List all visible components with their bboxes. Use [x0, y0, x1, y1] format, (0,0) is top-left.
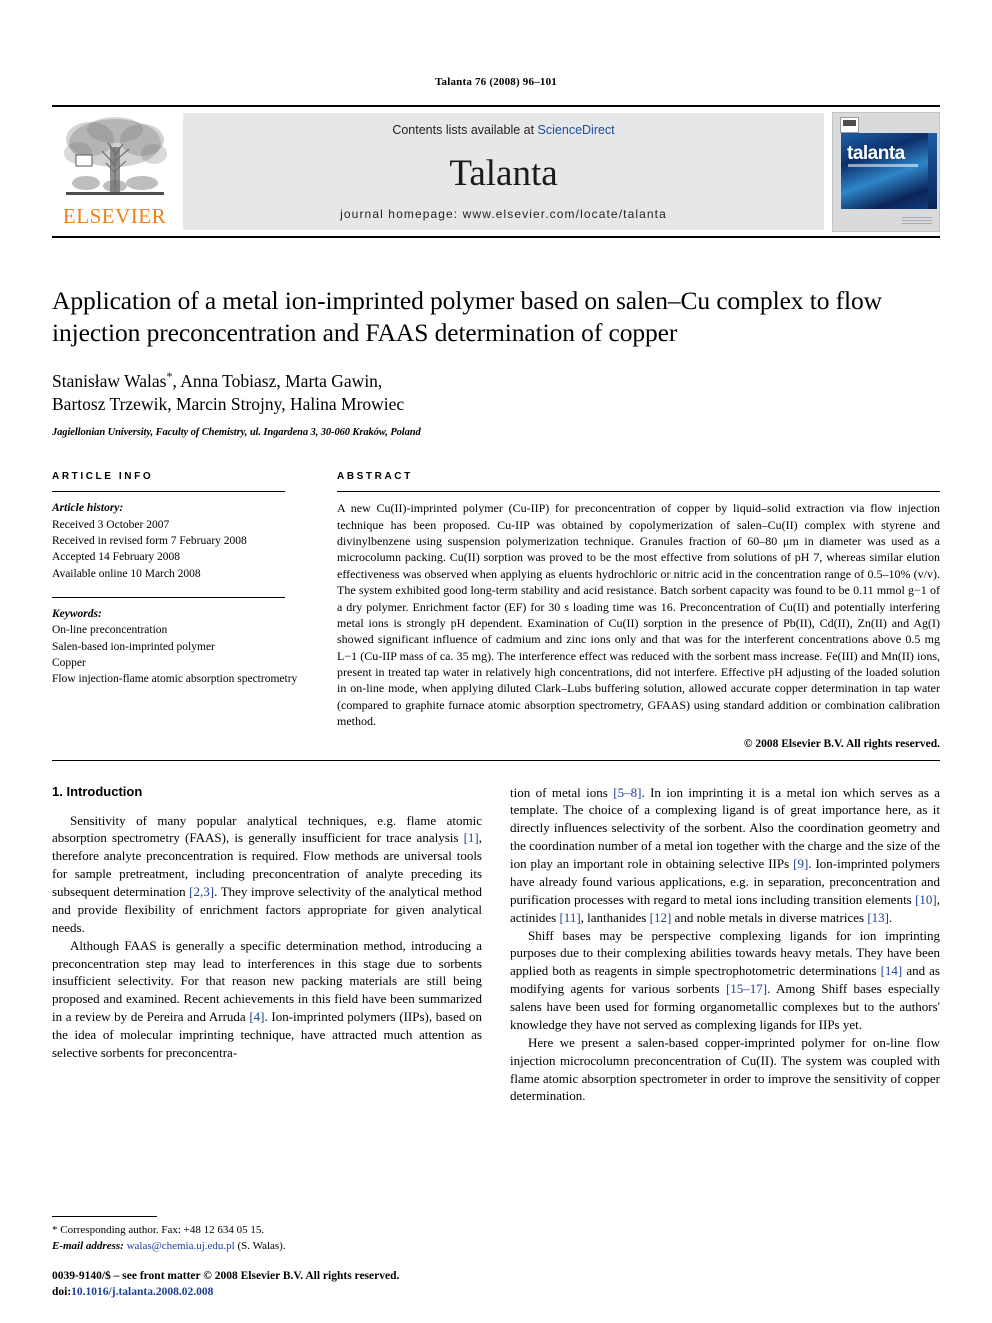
page-title: Application of a metal ion-imprinted pol… — [52, 286, 882, 348]
body-columns: 1. Introduction Sensitivity of many popu… — [52, 784, 940, 1106]
keyword-item: Copper — [52, 656, 86, 669]
corresponding-author-note: * Corresponding author. Fax: +48 12 634 … — [52, 1224, 265, 1237]
doi-link[interactable]: 10.1016/j.talanta.2008.02.008 — [71, 1286, 213, 1298]
keyword-item: Flow injection-flame atomic absorption s… — [52, 673, 298, 686]
abstract-divider — [337, 491, 940, 493]
section-heading-introduction: 1. Introduction — [52, 783, 143, 799]
keyword-item: Salen-based ion-imprinted polymer — [52, 640, 215, 653]
elsevier-tree-icon — [61, 113, 168, 205]
footnotes: * Corresponding author. Fax: +48 12 634 … — [52, 1216, 464, 1255]
info-abstract-block: ARTICLE INFO Article history: Received 3… — [52, 471, 940, 761]
paragraph: tion of metal ions [5–8]. In ion imprint… — [510, 784, 940, 925]
citation-reference[interactable]: [2,3] — [189, 884, 214, 899]
email-link[interactable]: walas@chemia.uj.edu.pl — [127, 1240, 235, 1252]
history-item: Accepted 14 February 2008 — [52, 551, 181, 564]
journal-homepage[interactable]: journal homepage: www.elsevier.com/locat… — [340, 207, 667, 221]
affiliation: Jagiellonian University, Faculty of Chem… — [52, 427, 421, 439]
paragraph: Sensitivity of many popular analytical t… — [52, 812, 482, 935]
doi-line: doi:10.1016/j.talanta.2008.02.008 — [52, 1284, 399, 1301]
journal-masthead: ELSEVIER Contents lists available at Sci… — [52, 105, 940, 238]
contents-available-line: Contents lists available at ScienceDirec… — [392, 123, 614, 137]
paragraph: Shiff bases may be perspective complexin… — [510, 927, 941, 1032]
cover-spine — [928, 132, 937, 209]
elsevier-logo: ELSEVIER — [52, 107, 177, 236]
cover-corner-icon — [840, 116, 859, 133]
article-info-column: ARTICLE INFO Article history: Received 3… — [52, 471, 337, 749]
keywords-divider — [52, 596, 285, 598]
cover-subtitle-bar — [848, 163, 918, 167]
article-history-group: Article history: Received 3 October 2007… — [52, 500, 315, 582]
footnote-divider — [52, 1216, 157, 1218]
issn-doi-block: 0039-9140/$ – see front matter © 2008 El… — [52, 1268, 399, 1301]
cover-title-text: talanta — [847, 142, 905, 164]
history-item: Available online 10 March 2008 — [52, 567, 201, 580]
author-list: Stanisław Walas*, Anna Tobiasz, Marta Ga… — [52, 369, 940, 416]
author-line-2: Bartosz Trzewik, Marcin Strojny, Halina … — [52, 394, 405, 415]
citation-reference[interactable]: [14] — [881, 963, 903, 978]
citation-reference[interactable]: [12] — [650, 910, 672, 925]
cover-footer-mark — [902, 216, 932, 226]
keywords-label: Keywords: — [52, 607, 102, 620]
history-item: Received in revised form 7 February 2008 — [52, 534, 247, 547]
email-label: E-mail address: — [52, 1240, 124, 1253]
contents-prefix: Contents lists available at — [392, 123, 538, 137]
email-owner: (S. Walas). — [237, 1240, 286, 1253]
journal-cover-thumbnail: talanta — [832, 111, 940, 232]
journal-title: Talanta — [449, 152, 558, 194]
citation-reference[interactable]: [13] — [867, 910, 889, 925]
article-info-heading: ARTICLE INFO — [52, 471, 154, 483]
keywords-group: Keywords: On-line preconcentration Salen… — [52, 606, 315, 688]
citation-reference[interactable]: [5–8] — [613, 785, 641, 800]
sciencedirect-link[interactable]: ScienceDirect — [538, 123, 615, 137]
article-history-label: Article history: — [52, 502, 124, 515]
author-line-1: Stanisław Walas — [52, 371, 167, 392]
body-column-left: 1. Introduction Sensitivity of many popu… — [52, 784, 482, 1106]
abstract-text: A new Cu(II)-imprinted polymer (Cu-IIP) … — [337, 501, 940, 729]
citation-reference[interactable]: [1] — [464, 830, 479, 845]
copyright-line: © 2008 Elsevier B.V. All rights reserved… — [743, 737, 940, 750]
paragraph: Here we present a salen-based copper-imp… — [510, 1034, 940, 1104]
issn-line: 0039-9140/$ – see front matter © 2008 El… — [52, 1269, 400, 1282]
elsevier-wordmark: ELSEVIER — [62, 204, 167, 228]
history-item: Received 3 October 2007 — [52, 518, 170, 531]
paper-page: Talanta 76 (2008) 96–101 ELSEVIER Conten… — [0, 0, 992, 1323]
citation-reference[interactable]: [4] — [249, 1009, 264, 1024]
abstract-heading: ABSTRACT — [337, 471, 413, 483]
masthead-center: Contents lists available at ScienceDirec… — [183, 113, 824, 230]
paragraph: Although FAAS is generally a specific de… — [52, 937, 482, 1060]
email-note: E-mail address: walas@chemia.uj.edu.pl (… — [52, 1239, 464, 1255]
keyword-item: On-line preconcentration — [52, 624, 168, 637]
citation-reference[interactable]: [15–17] — [726, 981, 767, 996]
citation-reference[interactable]: [11] — [559, 910, 580, 925]
abstract-column: ABSTRACT A new Cu(II)-imprinted polymer … — [337, 471, 940, 750]
citation-reference[interactable]: [9] — [793, 856, 808, 871]
body-column-right: tion of metal ions [5–8]. In ion imprint… — [510, 784, 940, 1106]
info-divider — [52, 491, 285, 493]
doi-label: doi: — [52, 1286, 72, 1299]
author-line-1-rest: , Anna Tobiasz, Marta Gawin, — [172, 371, 383, 392]
citation-reference[interactable]: [10] — [915, 892, 937, 907]
running-head: Talanta 76 (2008) 96–101 — [434, 76, 558, 88]
